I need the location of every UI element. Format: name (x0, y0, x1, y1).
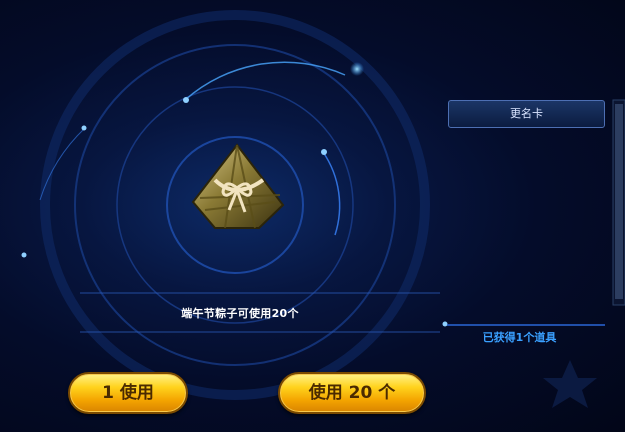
orbit-arc-top (184, 61, 346, 101)
glow-dot-4 (81, 125, 87, 131)
glow-dot-1 (350, 62, 364, 76)
orbit-background (21, 10, 625, 408)
rename-card-button[interactable]: 更名卡 (448, 100, 605, 128)
star-deco (543, 360, 597, 408)
zongzi-icon (185, 140, 290, 235)
glow-dot-6 (442, 321, 448, 327)
item-use-message: 端午节粽子可使用20个 (181, 307, 299, 320)
use-one-button[interactable]: 1 使用 (68, 372, 188, 414)
use-twenty-button[interactable]: 使用 20 个 (278, 372, 426, 414)
scrollbar-thumb[interactable] (615, 104, 623, 299)
item-use-panel: 端午节粽子可使用20个 更名卡 已获得1个道具 1 使用 使用 20 个 (0, 0, 625, 432)
glow-dot-3 (321, 149, 327, 155)
glow-dot-5 (21, 252, 27, 258)
orbit-arc-right (322, 151, 341, 236)
glow-dot-2 (183, 97, 189, 103)
obtained-item-text: 已获得1个道具 (482, 331, 557, 344)
